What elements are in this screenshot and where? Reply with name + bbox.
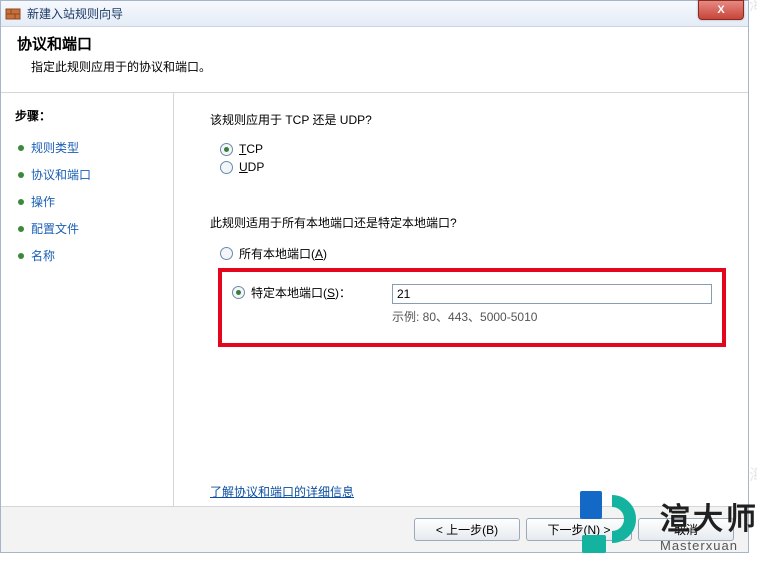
next-button[interactable]: 下一步(N) > bbox=[526, 518, 632, 541]
window-title: 新建入站规则向导 bbox=[27, 5, 123, 22]
step-label: 名称 bbox=[31, 247, 55, 264]
step-label: 协议和端口 bbox=[31, 166, 91, 183]
port-example: 示例: 80、443、5000-5010 bbox=[392, 308, 712, 325]
step-label: 规则类型 bbox=[31, 139, 79, 156]
step-name[interactable]: 名称 bbox=[15, 242, 165, 269]
close-button[interactable]: X bbox=[698, 0, 744, 20]
radio-icon bbox=[220, 161, 233, 174]
radio-udp[interactable]: UDP bbox=[220, 160, 726, 174]
bullet-icon bbox=[17, 198, 25, 206]
wizard-window: 新建入站规则向导 X 协议和端口 指定此规则应用于的协议和端口。 步骤： 规则类… bbox=[0, 0, 749, 553]
radio-label: UDP bbox=[239, 160, 264, 174]
highlight-box: 特定本地端口(S)： 示例: 80、443、5000-5010 bbox=[218, 268, 726, 347]
cancel-button[interactable]: 取消 bbox=[638, 518, 734, 541]
wizard-footer: < 上一步(B) 下一步(N) > 取消 bbox=[1, 506, 748, 552]
steps-heading: 步骤： bbox=[15, 107, 165, 124]
radio-icon bbox=[232, 286, 245, 299]
radio-label: TCP bbox=[239, 142, 263, 156]
firewall-icon bbox=[5, 6, 21, 22]
radio-label: 所有本地端口(A) bbox=[239, 245, 327, 262]
radio-icon bbox=[220, 247, 233, 260]
wizard-header: 协议和端口 指定此规则应用于的协议和端口。 bbox=[1, 27, 748, 93]
step-rule-type[interactable]: 规则类型 bbox=[15, 134, 165, 161]
step-label: 操作 bbox=[31, 193, 55, 210]
learn-more-link[interactable]: 了解协议和端口的详细信息 bbox=[210, 485, 354, 499]
step-protocol-ports[interactable]: 协议和端口 bbox=[15, 161, 165, 188]
step-action[interactable]: 操作 bbox=[15, 188, 165, 215]
back-button[interactable]: < 上一步(B) bbox=[414, 518, 520, 541]
bullet-icon bbox=[17, 225, 25, 233]
radio-specific-ports[interactable]: 特定本地端口(S)： bbox=[232, 284, 392, 301]
protocol-question: 该规则应用于 TCP 还是 UDP? bbox=[210, 111, 726, 128]
bullet-icon bbox=[17, 144, 25, 152]
radio-icon bbox=[220, 143, 233, 156]
wizard-content: 该规则应用于 TCP 还是 UDP? TCP UDP 此规则适用于所有本地端口还… bbox=[174, 93, 748, 506]
port-scope-question: 此规则适用于所有本地端口还是特定本地端口? bbox=[210, 214, 726, 231]
close-icon: X bbox=[717, 4, 724, 16]
radio-label: 特定本地端口(S)： bbox=[251, 284, 351, 301]
step-profile[interactable]: 配置文件 bbox=[15, 215, 165, 242]
steps-sidebar: 步骤： 规则类型 协议和端口 操作 配置文件 名称 bbox=[1, 93, 174, 506]
bullet-icon bbox=[17, 171, 25, 179]
titlebar: 新建入站规则向导 X bbox=[1, 1, 748, 27]
radio-all-ports[interactable]: 所有本地端口(A) bbox=[220, 245, 380, 262]
page-subtitle: 指定此规则应用于的协议和端口。 bbox=[17, 58, 732, 75]
bullet-icon bbox=[17, 252, 25, 260]
step-label: 配置文件 bbox=[31, 220, 79, 237]
port-input[interactable] bbox=[392, 284, 712, 304]
page-title: 协议和端口 bbox=[17, 33, 732, 54]
radio-tcp[interactable]: TCP bbox=[220, 142, 726, 156]
